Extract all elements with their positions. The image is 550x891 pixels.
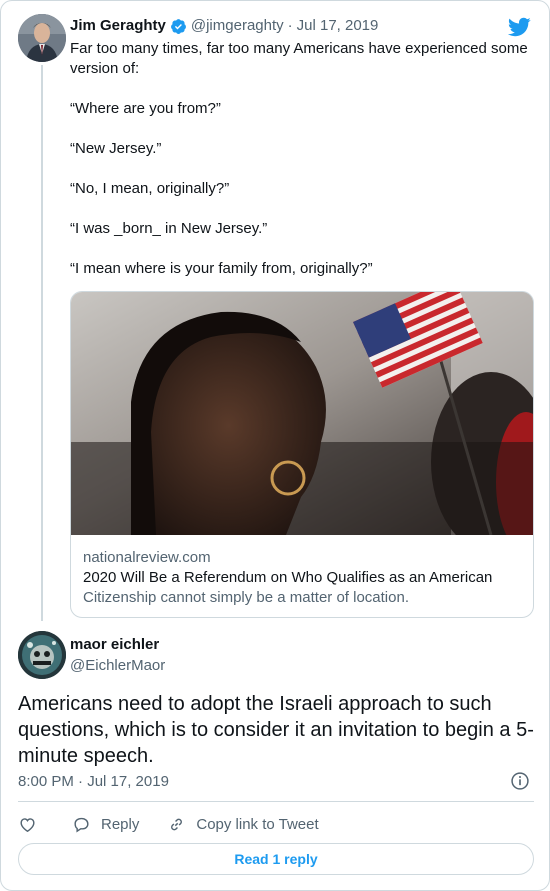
copy-link-button[interactable]: Copy link to Tweet [167,815,319,834]
reply-button-label: Reply [101,815,140,833]
copy-link-label: Copy link to Tweet [196,815,319,833]
link-preview-meta: nationalreview.com 2020 Will Be a Refere… [83,548,523,608]
tweet-actions-bar: Reply Copy link to Tweet [18,812,319,836]
reply-author-handle[interactable]: @EichlerMaor [70,656,165,676]
parent-author-handle[interactable]: @jimgeraghty [191,16,284,36]
tweet-line: “No, I mean, originally?” [70,180,230,197]
reply-button[interactable]: Reply [72,815,139,834]
link-preview-image[interactable] [71,292,533,535]
link-title[interactable]: 2020 Will Be a Referendum on Who Qualifi… [83,568,523,588]
heart-icon [20,817,35,832]
read-replies-button[interactable]: Read 1 reply [18,843,534,875]
maor-eichler-avatar[interactable] [18,631,66,679]
link-icon [171,818,183,830]
tweet-embed-card: Jim Geraghty @jimgeraghty · Jul 17, 2019… [0,0,550,891]
action-divider [18,801,534,802]
tweet-line: “I mean where is your family from, origi… [70,260,373,277]
tweet-line: “I was _born_ in New Jersey.” [70,220,268,237]
tweet-line: “Where are you from?” [70,100,221,117]
jim-geraghty-avatar[interactable] [18,14,66,62]
parent-tweet-text: Far too many times, far too many America… [70,39,535,299]
info-icon[interactable] [510,771,530,791]
thread-connector-line [41,65,43,621]
link-description: Citizenship cannot simply be a matter of… [83,589,409,606]
parent-tweet-date[interactable]: Jul 17, 2019 [297,16,379,36]
like-button[interactable] [18,815,37,834]
parent-tweet-header: Jim Geraghty @jimgeraghty · Jul 17, 2019 [70,16,378,36]
tweet-line: “New Jersey.” [70,140,162,157]
link-preview-card[interactable]: nationalreview.com 2020 Will Be a Refere… [70,291,534,618]
reply-author-name[interactable]: maor eichler [70,635,159,655]
reply-bubble-icon [74,817,89,832]
header-separator: · [287,17,293,34]
link-domain: nationalreview.com [83,549,211,566]
reply-tweet-text: Americans need to adopt the Israeli appr… [18,693,534,767]
tweet-line: Far too many times, far too many America… [70,40,528,77]
twitter-bird-icon[interactable] [507,15,531,39]
reply-timestamp[interactable]: 8:00 PM · Jul 17, 2019 [18,772,169,792]
parent-author-name[interactable]: Jim Geraghty [70,16,166,36]
verified-badge-icon [170,18,186,34]
